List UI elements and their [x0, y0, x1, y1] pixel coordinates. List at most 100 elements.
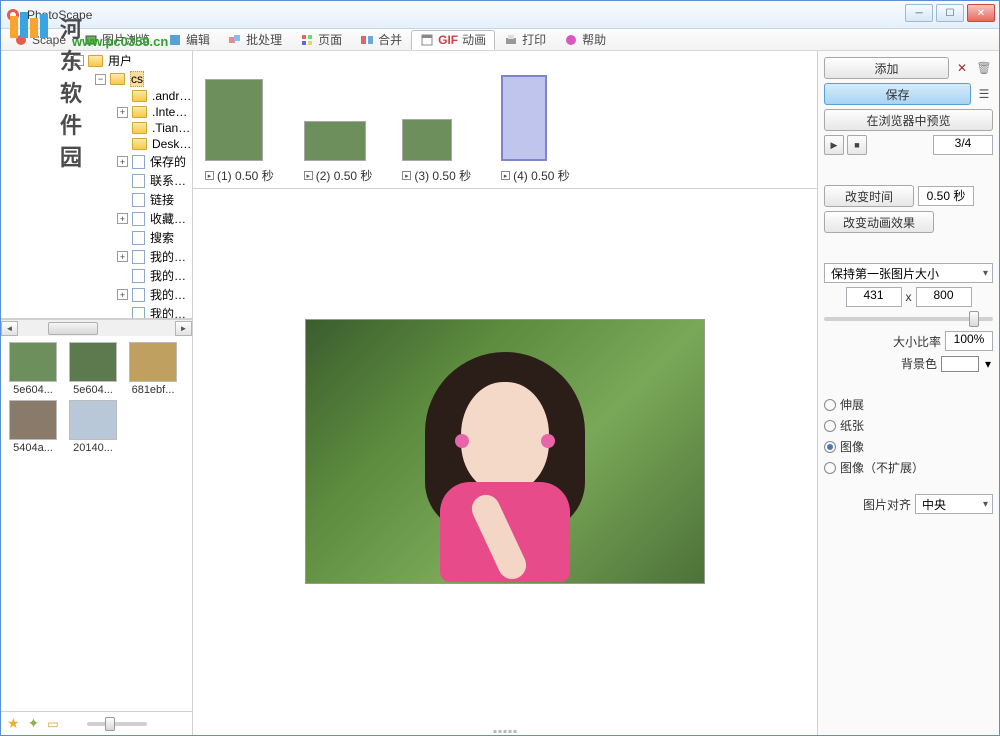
tab-print[interactable]: 打印 — [495, 30, 555, 50]
dropdown-icon[interactable]: ▾ — [983, 357, 993, 371]
width-input[interactable]: 431 — [846, 287, 902, 307]
bgcolor-swatch[interactable] — [941, 356, 979, 372]
tree-node[interactable]: .andr… — [152, 89, 191, 103]
tree-node[interactable]: 我的… — [150, 248, 186, 265]
frame-item[interactable]: ▸(2) 0.50 秒 — [304, 121, 373, 184]
folder-icon[interactable]: ▭ — [47, 717, 58, 731]
tree-toggle[interactable]: + — [117, 107, 128, 118]
tree-node[interactable]: Desk… — [152, 137, 191, 151]
folder-icon — [132, 122, 147, 134]
maximize-button[interactable]: ☐ — [936, 4, 964, 22]
thumbnail[interactable]: 20140... — [65, 400, 121, 454]
add-button[interactable]: 添加 — [824, 57, 949, 79]
tab-batch[interactable]: 批处理 — [219, 30, 291, 50]
tab-editor[interactable]: 编辑 — [159, 30, 219, 50]
thumbnail[interactable]: 5e604... — [65, 342, 121, 396]
folder-tree[interactable]: −用户 −cs.andr…+.Inte….Tian…Desk…+保存的联系…链接… — [1, 51, 192, 319]
tree-scrollbar[interactable]: ◄ ► — [1, 319, 192, 336]
minimize-button[interactable]: ─ — [905, 4, 933, 22]
tree-node[interactable]: 我的… — [150, 286, 186, 303]
star-icon[interactable]: ★ — [7, 715, 20, 732]
bgcolor-label: 背景色 — [901, 355, 937, 372]
tree-toggle[interactable]: + — [117, 289, 128, 300]
tree-toggle[interactable]: + — [117, 251, 128, 262]
file-icon — [132, 212, 145, 226]
thumb-label: 681ebf... — [125, 384, 181, 396]
scale-input[interactable]: 100% — [945, 331, 993, 351]
tab-scape[interactable]: Scape — [5, 30, 75, 50]
align-select[interactable]: 中央 — [915, 494, 993, 514]
scale-label: 大小比率 — [893, 333, 941, 350]
tab-combine[interactable]: 合并 — [351, 30, 411, 50]
tree-node-root[interactable]: 用户 — [108, 52, 132, 69]
frame-item[interactable]: ▸(3) 0.50 秒 — [402, 119, 471, 184]
tab-help[interactable]: 帮助 — [555, 30, 615, 50]
preview-canvas[interactable] — [305, 319, 705, 584]
preview-button[interactable]: 在浏览器中预览 — [824, 109, 993, 131]
change-time-button[interactable]: 改变时间 — [824, 185, 914, 207]
stop-button[interactable]: ■ — [847, 135, 867, 155]
thumb-size-slider[interactable] — [87, 722, 147, 726]
tree-toggle[interactable]: − — [95, 74, 106, 85]
tree-node[interactable]: .Tian… — [152, 121, 190, 135]
height-input[interactable]: 800 — [916, 287, 972, 307]
size-slider[interactable] — [824, 317, 993, 321]
tree-node[interactable]: 保存的 — [150, 153, 186, 170]
tree-toggle[interactable]: + — [117, 213, 128, 224]
play-icon: ▸ — [501, 171, 510, 180]
close-button[interactable]: ✕ — [967, 4, 995, 22]
tab-viewer[interactable]: 图片浏览 — [75, 30, 159, 50]
tree-node[interactable]: .Inte… — [152, 105, 187, 119]
size-mode-select[interactable]: 保持第一张图片大小 — [824, 263, 993, 283]
play-icon: ▸ — [402, 171, 411, 180]
right-panel: 添加 ✕ 🗑 保存 ☰ 在浏览器中预览 ▶ ■ 3/4 改变时间 0.50 秒 … — [817, 51, 999, 735]
titlebar: PhotoScape ─ ☐ ✕ — [1, 1, 999, 29]
tree-node[interactable]: 我的… — [150, 305, 186, 319]
thumbnail-grid: 5e604... 5e604... 681ebf... 5404a... 20140..… — [1, 336, 192, 711]
folder-icon — [132, 138, 147, 150]
thumb-label: 20140... — [65, 442, 121, 454]
play-button[interactable]: ▶ — [824, 135, 844, 155]
thumb-label: 5e604... — [5, 384, 61, 396]
fit-option[interactable]: 纸张 — [824, 415, 993, 436]
thumb-label: 5404a... — [5, 442, 61, 454]
play-icon: ▸ — [205, 171, 214, 180]
resize-handle[interactable] — [494, 730, 517, 733]
fit-option[interactable]: 伸展 — [824, 394, 993, 415]
change-effect-button[interactable]: 改变动画效果 — [824, 211, 934, 233]
frame-item[interactable]: ▸(1) 0.50 秒 — [205, 79, 274, 184]
file-icon — [132, 231, 145, 245]
frame-item[interactable]: ▸(4) 0.50 秒 — [501, 75, 570, 184]
thumbnail[interactable]: 5404a... — [5, 400, 61, 454]
tab-gif[interactable]: GIF 动画 — [411, 30, 495, 50]
thumb-label: 5e604... — [65, 384, 121, 396]
trash-icon[interactable]: 🗑 — [975, 59, 993, 77]
left-toolbar: ★ ✦ ▭ — [1, 711, 192, 735]
tree-node[interactable]: 我的… — [150, 267, 186, 284]
fit-option[interactable]: 图像 — [824, 436, 993, 457]
tree-node[interactable]: 收藏… — [150, 210, 186, 227]
tree-node[interactable]: 搜索 — [150, 229, 174, 246]
radio-icon — [824, 441, 836, 453]
thumbnail[interactable]: 681ebf... — [125, 342, 181, 396]
tree-node[interactable]: 联系… — [150, 172, 186, 189]
frame-label: (3) 0.50 秒 — [414, 167, 471, 184]
folder-icon — [132, 90, 147, 102]
tab-page[interactable]: 页面 — [291, 30, 351, 50]
canvas-area — [193, 189, 817, 735]
thumbnail[interactable]: 5e604... — [5, 342, 61, 396]
frame-label: (1) 0.50 秒 — [217, 167, 274, 184]
fit-option[interactable]: 图像（不扩展） — [824, 457, 993, 478]
tree-node[interactable]: 链接 — [150, 191, 174, 208]
save-button[interactable]: 保存 — [824, 83, 971, 105]
play-icon: ▸ — [304, 171, 313, 180]
tag-icon[interactable]: ✦ — [28, 715, 40, 732]
folder-icon — [132, 106, 147, 118]
tree-node[interactable]: cs — [130, 71, 144, 87]
delete-icon[interactable]: ✕ — [953, 59, 971, 77]
file-icon — [132, 193, 145, 207]
options-icon[interactable]: ☰ — [975, 85, 993, 103]
tree-toggle[interactable]: + — [117, 156, 128, 167]
window-title: PhotoScape — [27, 8, 92, 22]
time-input[interactable]: 0.50 秒 — [918, 186, 974, 206]
